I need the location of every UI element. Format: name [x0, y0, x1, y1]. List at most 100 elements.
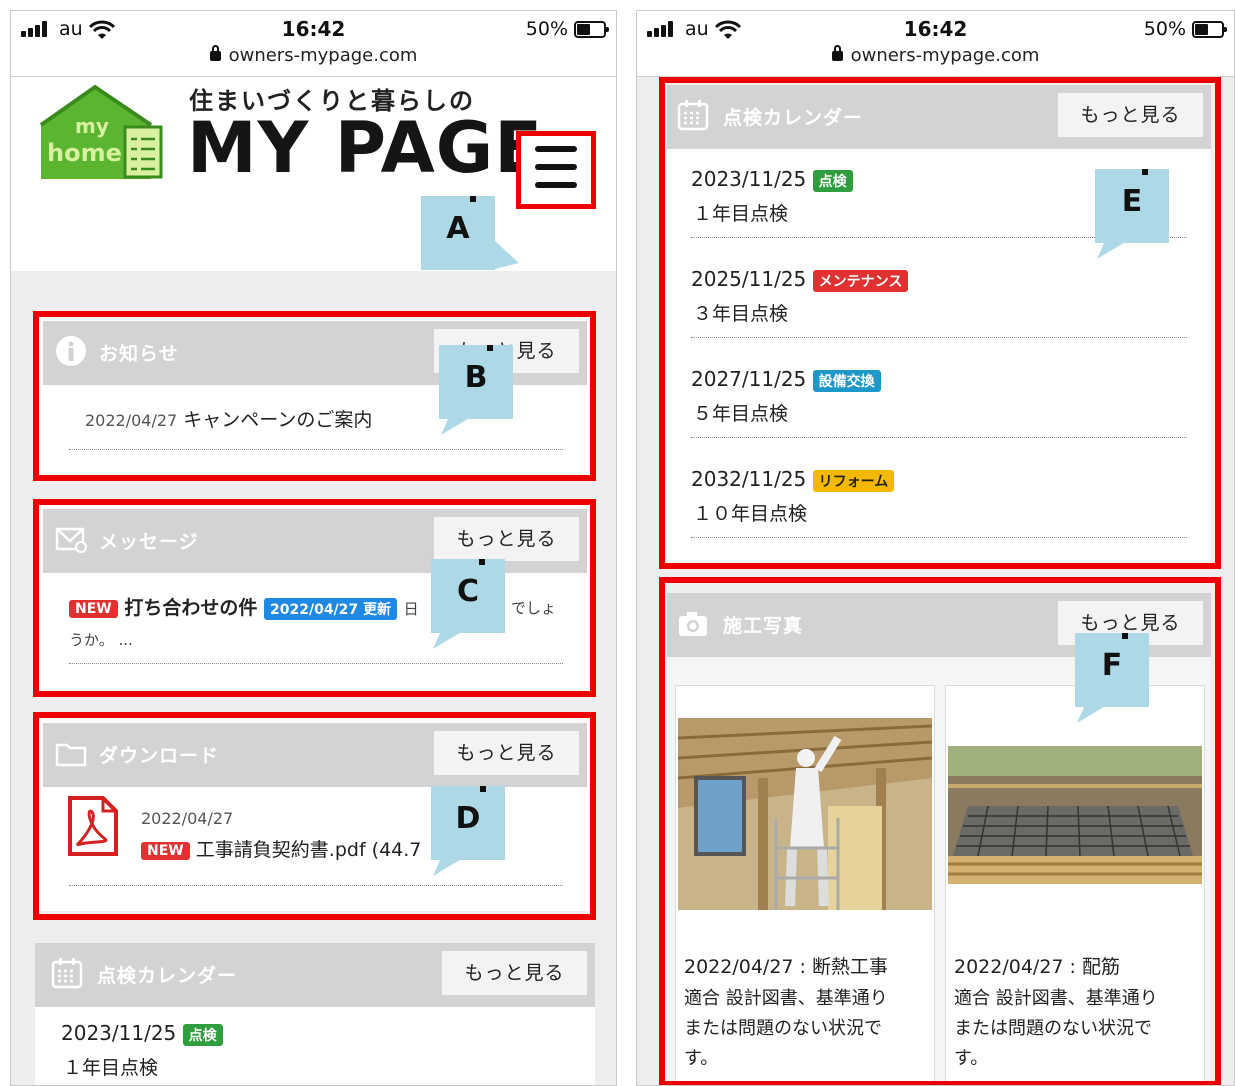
download-date: 2022/04/27	[141, 809, 234, 828]
download-item[interactable]: NEW 工事請負契約書.pdf (44.7	[141, 835, 421, 862]
photo-desc-line: 適合 設計図書、基準通り	[684, 988, 888, 1009]
message-preview-tail: でしょ	[511, 599, 557, 617]
calendar-item[interactable]: 2027/11/25 設備交換	[691, 367, 881, 392]
lock-icon	[831, 45, 843, 61]
my-home-logo-icon[interactable]: my home	[33, 83, 173, 183]
logo-word-my: my	[75, 114, 109, 138]
calendar-title: 点検カレンダー	[723, 107, 864, 129]
divider	[69, 663, 563, 664]
callout-a-tail-icon	[495, 241, 519, 269]
calendar-panel-preview: 点検カレンダー もっと見る 2023/11/25 点検 １年目点検	[35, 943, 595, 1085]
downloads-more-button[interactable]: もっと見る	[434, 731, 579, 775]
callout-f-tail-icon	[1077, 705, 1107, 723]
calendar-label: １年目点検	[63, 1057, 159, 1079]
url-text: owners-mypage.com	[228, 45, 418, 66]
rebar-work-photo	[948, 746, 1202, 884]
download-filename: 工事請負契約書.pdf (44.7	[195, 839, 422, 861]
battery-icon	[1192, 20, 1227, 38]
notice-date: 2022/04/27	[85, 411, 178, 430]
callout-e: E	[1095, 169, 1169, 243]
callout-c: C	[431, 559, 505, 633]
address-bar[interactable]: owners-mypage.com	[637, 45, 1234, 66]
callout-e-tail-icon	[1097, 241, 1127, 259]
downloads-panel: ダウンロード もっと見る 2022/04/27 NEW 工事請負契約書.pdf …	[35, 715, 595, 911]
divider	[691, 337, 1187, 338]
url-text: owners-mypage.com	[850, 45, 1040, 66]
address-bar[interactable]: owners-mypage.com	[11, 45, 616, 66]
divider	[69, 885, 563, 886]
downloads-title: ダウンロード	[99, 745, 220, 767]
divider	[69, 449, 563, 450]
calendar-item[interactable]: 2032/11/25 リフォーム	[691, 467, 895, 492]
calendar-date: 2023/11/25	[691, 167, 807, 191]
insulation-work-photo	[678, 718, 932, 910]
status-bar: au 16:42 50% owners-mypage.com	[637, 11, 1234, 77]
notice-item[interactable]: 2022/04/27 キャンペーンのご案内	[85, 405, 372, 432]
folder-icon	[55, 743, 87, 767]
photo-caption: 2022/04/27 : 配筋	[954, 956, 1120, 978]
calendar-date: 2032/11/25	[691, 467, 807, 491]
message-item[interactable]: NEW 打ち合わせの件 2022/04/27 更新 日	[69, 593, 419, 620]
calendar-label: ３年目点検	[693, 303, 789, 325]
info-icon	[56, 336, 86, 366]
photos-title: 施工写真	[723, 615, 804, 637]
callout-d: D	[431, 786, 505, 860]
calendar-item[interactable]: 2023/11/25 点検	[61, 1021, 223, 1046]
maintenance-badge: メンテナンス	[812, 269, 909, 292]
mail-icon	[55, 527, 87, 553]
message-preview-line2: うか。 ...	[69, 631, 133, 649]
calendar-title: 点検カレンダー	[97, 965, 238, 987]
inspection-badge: 点検	[182, 1023, 223, 1046]
calendar-label: １０年目点検	[693, 503, 808, 525]
battery-percent: 50%	[1143, 18, 1186, 40]
photo-desc-line: す。	[954, 1048, 989, 1069]
divider	[691, 537, 1187, 538]
calendar-icon	[677, 100, 709, 131]
calendar-more-button[interactable]: もっと見る	[1058, 93, 1203, 137]
calendar-item[interactable]: 2025/11/25 メンテナンス	[691, 267, 909, 292]
update-badge: 2022/04/27 更新	[264, 597, 398, 620]
menu-button[interactable]	[516, 131, 596, 209]
calendar-date: 2027/11/25	[691, 367, 807, 391]
new-badge: NEW	[141, 841, 190, 860]
lock-icon	[209, 45, 221, 61]
messages-title: メッセージ	[99, 531, 199, 553]
calendar-more-button[interactable]: もっと見る	[442, 951, 587, 995]
message-subject: 打ち合わせの件	[124, 597, 258, 619]
calendar-label: １年目点検	[693, 203, 789, 225]
battery-icon	[574, 20, 609, 38]
logo-word-home: home	[47, 139, 122, 167]
pdf-file-icon	[68, 796, 118, 856]
equipment-badge: 設備交換	[812, 369, 881, 392]
notice-text: キャンペーンのご案内	[183, 409, 373, 431]
new-badge: NEW	[69, 599, 118, 618]
calendar-date: 2023/11/25	[61, 1021, 177, 1045]
photo-card[interactable]: 2022/04/27 : 配筋 適合 設計図書、基準通り または問題のない状況で…	[945, 685, 1205, 1085]
camera-icon	[679, 612, 707, 636]
callout-c-tail-icon	[433, 631, 463, 649]
messages-panel: メッセージ もっと見る NEW 打ち合わせの件 2022/04/27 更新 日 …	[35, 501, 595, 697]
photo-desc-line: す。	[684, 1048, 719, 1069]
reform-badge: リフォーム	[812, 469, 895, 492]
inspection-badge: 点検	[812, 169, 853, 192]
calendar-panel: 点検カレンダー もっと見る 2023/11/25 点検 １年目点検 2025/1…	[667, 85, 1211, 563]
callout-d-tail-icon	[433, 858, 463, 876]
notices-title: お知らせ	[99, 343, 179, 365]
calendar-label: ５年目点検	[693, 403, 789, 425]
battery-percent: 50%	[525, 18, 568, 40]
photo-desc-line: または問題のない状況で	[684, 1018, 882, 1039]
menu-icon-bar	[535, 146, 577, 152]
menu-icon-bar	[535, 182, 577, 188]
photo-caption: 2022/04/27 : 断熱工事	[684, 956, 888, 978]
message-preview-head: 日	[403, 600, 419, 618]
callout-a: A	[421, 196, 495, 270]
photo-desc-line: 適合 設計図書、基準通り	[954, 988, 1158, 1009]
callout-b: B	[439, 345, 513, 419]
photo-desc-line: または問題のない状況で	[954, 1018, 1152, 1039]
calendar-item[interactable]: 2023/11/25 点検	[691, 167, 853, 192]
callout-b-tail-icon	[441, 417, 471, 435]
messages-more-button[interactable]: もっと見る	[434, 517, 579, 561]
battery-indicator: 50%	[1143, 18, 1227, 40]
site-title: MY PAGE	[187, 107, 544, 189]
photo-card[interactable]: 2022/04/27 : 断熱工事 適合 設計図書、基準通り または問題のない状…	[675, 685, 935, 1085]
